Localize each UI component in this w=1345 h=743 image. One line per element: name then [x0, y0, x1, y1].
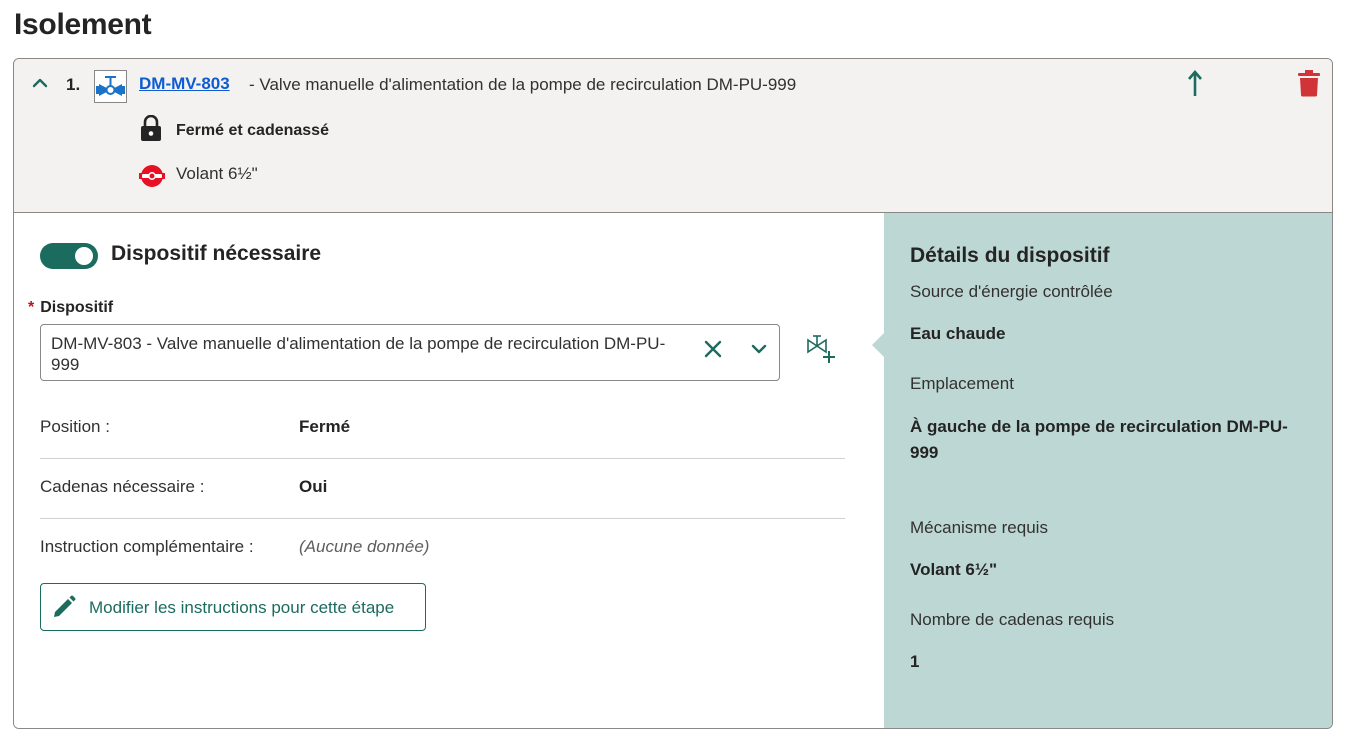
padlock-required-value: Oui [299, 477, 328, 496]
padlock-count-label: Nombre de cadenas requis [910, 610, 1115, 629]
location-value: À gauche de la pompe de recirculation DM… [910, 417, 1288, 462]
device-required-label: Dispositif nécessaire [111, 242, 322, 265]
required-mark: * [28, 299, 35, 316]
position-value: Fermé [299, 417, 351, 436]
padlock-required-row: Cadenas nécessaire : Oui [40, 459, 845, 519]
isolation-step-card: 1. DM-MV-803 - Valve manuelle d'alimenta… [13, 58, 1333, 729]
arrow-up-icon [1188, 70, 1202, 96]
position-label: Position : [40, 417, 110, 436]
handwheel-icon [139, 163, 165, 189]
mechanism-value: Volant 6½" [910, 560, 998, 579]
edit-instructions-button[interactable]: Modifier les instructions pour cette éta… [40, 583, 426, 631]
extra-instruction-value: (Aucune donnée) [299, 537, 430, 556]
device-field-label: * Dispositif [28, 299, 113, 317]
device-combobox-value: DM-MV-803 - Valve manuelle d'alimentatio… [51, 334, 666, 374]
energy-source-value: Eau chaude [910, 324, 1006, 343]
chevron-up-icon [32, 78, 48, 88]
device-description: - Valve manuelle d'alimentation de la po… [249, 75, 797, 94]
device-combobox[interactable]: DM-MV-803 - Valve manuelle d'alimentatio… [40, 324, 780, 381]
pencil-icon [54, 595, 76, 617]
add-device-button[interactable] [806, 334, 836, 364]
lock-icon [140, 114, 162, 141]
device-link[interactable]: DM-MV-803 [139, 74, 230, 94]
edit-instructions-label: Modifier les instructions pour cette éta… [89, 598, 395, 617]
device-details-panel: Détails du dispositif Source d'énergie c… [872, 213, 1332, 728]
collapse-button[interactable] [30, 73, 50, 93]
device-dropdown-button[interactable] [747, 337, 771, 361]
clear-device-button[interactable] [701, 337, 725, 361]
close-icon [704, 340, 722, 358]
mechanism-label: Mécanisme requis [910, 518, 1048, 537]
panel-pointer [872, 333, 884, 357]
extra-instruction-label: Instruction complémentaire : [40, 537, 254, 556]
padlock-count-value: 1 [910, 652, 920, 671]
position-row: Position : Fermé [40, 399, 845, 459]
device-required-toggle[interactable] [40, 243, 98, 269]
extra-instruction-row: Instruction complémentaire : (Aucune don… [40, 519, 845, 579]
valve-icon [94, 70, 127, 103]
move-up-button[interactable] [1184, 69, 1206, 99]
chevron-down-icon [751, 344, 767, 354]
step-number: 1. [66, 75, 81, 94]
step-state: Fermé et cadenassé [176, 122, 329, 139]
device-field-label-text: Dispositif [40, 299, 114, 316]
details-title: Détails du dispositif [910, 244, 1110, 267]
step-mechanism: Volant 6½" [176, 164, 258, 183]
energy-source-label: Source d'énergie contrôlée [910, 282, 1113, 301]
add-valve-icon [807, 335, 835, 363]
padlock-required-label: Cadenas nécessaire : [40, 477, 205, 496]
location-label: Emplacement [910, 374, 1014, 393]
delete-step-button[interactable] [1298, 69, 1320, 97]
page-title: Isolement [14, 8, 152, 41]
trash-icon [1298, 70, 1320, 97]
step-header: 1. DM-MV-803 - Valve manuelle d'alimenta… [14, 59, 1332, 213]
toggle-knob [75, 247, 93, 265]
step-form: Dispositif nécessaire * Dispositif DM-MV-… [14, 213, 884, 728]
